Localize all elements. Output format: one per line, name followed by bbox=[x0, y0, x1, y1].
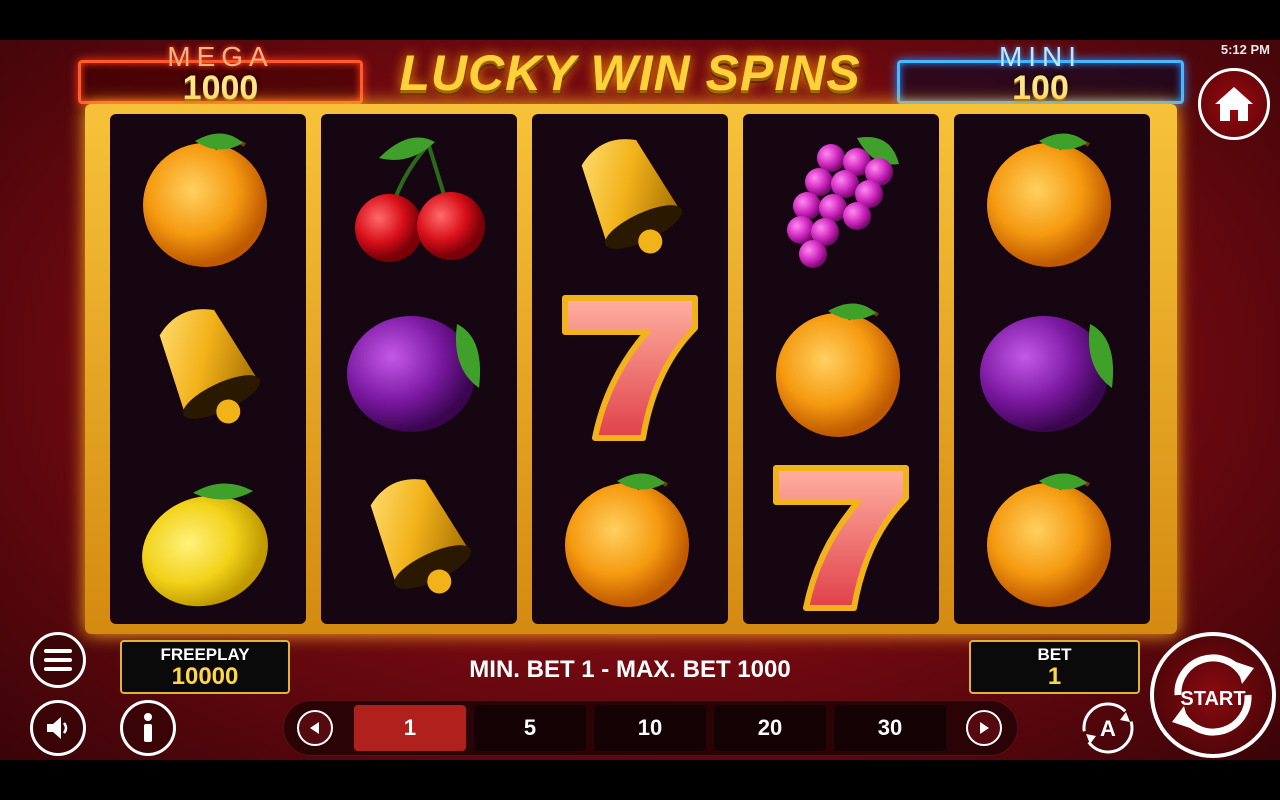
symbol-bell bbox=[540, 118, 720, 278]
sound-button[interactable] bbox=[30, 700, 86, 756]
reel-4 bbox=[743, 114, 939, 624]
bottom-bar bbox=[0, 760, 1280, 800]
info-button[interactable] bbox=[120, 700, 176, 756]
symbol-lemon bbox=[118, 458, 298, 618]
start-label: START bbox=[1180, 688, 1246, 710]
bet-option-10[interactable]: 10 bbox=[594, 705, 706, 751]
speaker-icon bbox=[47, 717, 68, 739]
symbol-seven bbox=[540, 288, 720, 448]
reel-3 bbox=[532, 114, 728, 624]
symbol-grapes bbox=[751, 118, 931, 278]
chevron-right-icon bbox=[980, 722, 989, 734]
symbol-orange bbox=[751, 288, 931, 448]
bet-option-1[interactable]: 1 bbox=[354, 705, 466, 751]
hamburger-icon-bar bbox=[44, 658, 72, 662]
symbol-seven bbox=[751, 458, 931, 618]
bet-option-20[interactable]: 20 bbox=[714, 705, 826, 751]
reel-1 bbox=[110, 114, 306, 624]
mega-jackpot: MEGA 1000 bbox=[78, 41, 363, 107]
reel-2 bbox=[321, 114, 517, 624]
reel-5 bbox=[954, 114, 1150, 624]
menu-button[interactable] bbox=[30, 632, 86, 688]
game-title: LUCKY WIN SPINS bbox=[399, 45, 861, 101]
top-status-area bbox=[0, 0, 1280, 40]
hamburger-icon-bar bbox=[44, 667, 72, 671]
autoplay-button[interactable]: A bbox=[1080, 700, 1136, 756]
bet-limits-text: MIN. BET 1 - MAX. BET 1000 bbox=[469, 656, 791, 683]
home-button[interactable] bbox=[1198, 68, 1270, 140]
bet-option-30[interactable]: 30 bbox=[834, 705, 946, 751]
status-time: 5:12 PM bbox=[1220, 42, 1270, 57]
bet-value: 1 bbox=[1047, 663, 1062, 690]
autoplay-icon: A bbox=[1082, 702, 1134, 754]
home-icon bbox=[1215, 87, 1253, 121]
freeplay-label: FREEPLAY bbox=[160, 645, 250, 664]
symbol-orange bbox=[962, 458, 1142, 618]
symbol-orange bbox=[962, 118, 1142, 278]
symbol-plum bbox=[962, 288, 1142, 448]
symbol-orange bbox=[118, 118, 298, 278]
info-icon bbox=[144, 713, 152, 742]
bet-box: BET 1 bbox=[969, 640, 1140, 694]
start-button[interactable]: START bbox=[1150, 632, 1276, 758]
bet-selector: 1 5 10 20 30 bbox=[283, 700, 1018, 756]
autoplay-label: A bbox=[1100, 716, 1116, 741]
mini-jackpot: MINI 100 bbox=[897, 41, 1184, 107]
bet-prev-button[interactable] bbox=[297, 710, 333, 746]
symbol-orange bbox=[540, 458, 720, 618]
freeplay-value: 10000 bbox=[171, 663, 239, 690]
symbol-cherry bbox=[329, 118, 509, 278]
symbol-bell bbox=[329, 458, 509, 618]
symbol-plum bbox=[329, 288, 509, 448]
hamburger-icon-bar bbox=[44, 649, 72, 653]
bet-label: BET bbox=[1037, 645, 1072, 664]
reels-frame bbox=[85, 104, 1177, 634]
freeplay-box: FREEPLAY 10000 bbox=[120, 640, 290, 694]
bet-next-button[interactable] bbox=[966, 710, 1002, 746]
bet-option-5[interactable]: 5 bbox=[474, 705, 586, 751]
mini-jackpot-value: 100 bbox=[1012, 69, 1069, 107]
chevron-left-icon bbox=[310, 722, 319, 734]
mega-jackpot-value: 1000 bbox=[182, 69, 259, 107]
symbol-bell bbox=[118, 288, 298, 448]
